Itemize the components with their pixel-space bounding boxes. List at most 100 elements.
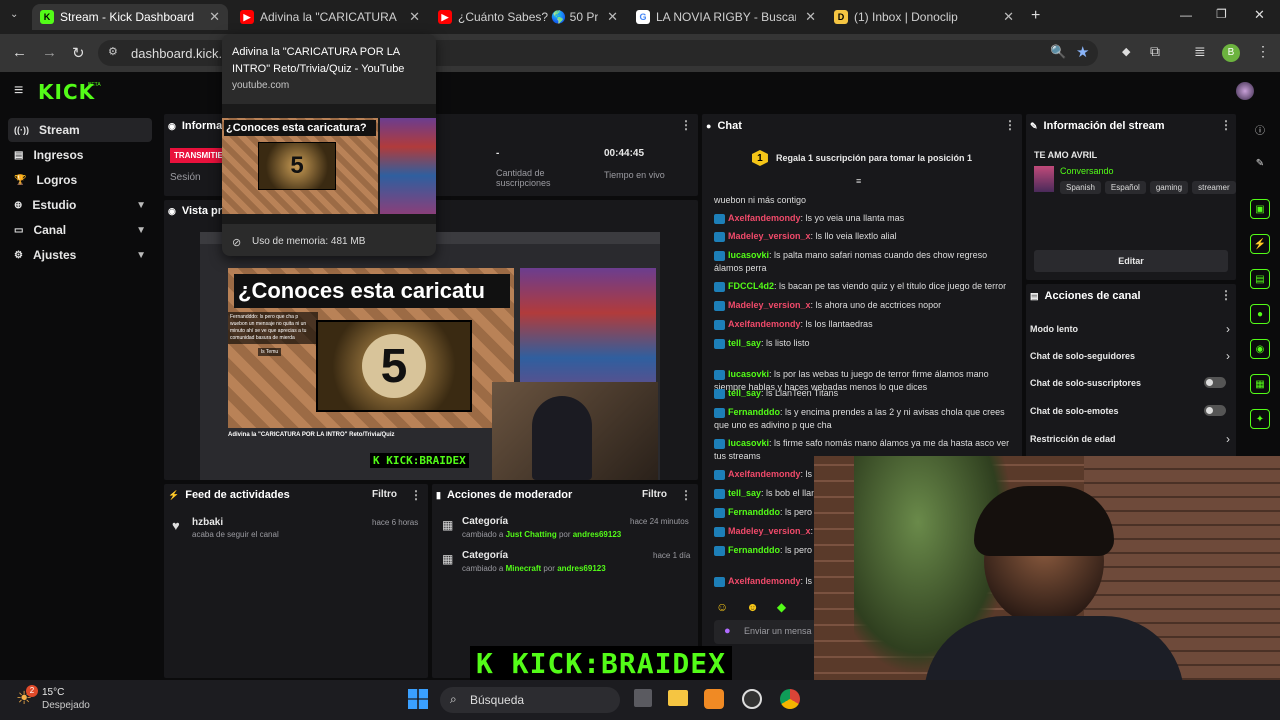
chat-username[interactable]: Madeley_version_x: [728, 526, 811, 536]
wrench-icon[interactable]: ✦: [1250, 409, 1270, 429]
tab-google-search[interactable]: G LA NOVIA RIGBY - Buscar con G ✕: [628, 4, 824, 30]
sliders-icon: ▤: [1030, 290, 1039, 301]
panel-menu-icon[interactable]: ⋮: [410, 488, 422, 502]
sidebar-item-stream[interactable]: ((·)) Stream: [8, 118, 152, 142]
chat-username[interactable]: tell_say: [728, 338, 761, 348]
panel-menu-icon[interactable]: ⋮: [1220, 118, 1232, 132]
tab-youtube-caricatura[interactable]: ▶ Adivina la "CARICATURA POR L ✕: [232, 4, 428, 30]
list-icon[interactable]: ▤: [1250, 269, 1270, 289]
minimize-icon[interactable]: —: [1180, 8, 1192, 22]
chat-username[interactable]: lucasovki: [728, 250, 769, 260]
emote-icon[interactable]: ☺: [716, 600, 728, 614]
zoom-icon[interactable]: 🔍: [1050, 44, 1066, 60]
mod-item-category[interactable]: Minecraft: [506, 564, 542, 573]
close-icon[interactable]: ✕: [607, 9, 618, 25]
restore-icon[interactable]: ❐: [1216, 7, 1227, 21]
chat-username[interactable]: lucasovki: [728, 369, 769, 379]
site-info-icon[interactable]: ⚙: [108, 45, 118, 58]
hamburger-menu-icon[interactable]: ≡: [14, 82, 23, 100]
chrome-icon[interactable]: [780, 689, 800, 709]
user-avatar[interactable]: [1236, 82, 1254, 100]
info-icon[interactable]: ⓘ: [1250, 119, 1270, 139]
browser-menu-icon[interactable]: ⋮: [1256, 43, 1270, 60]
tab-kick-dashboard[interactable]: K Stream - Kick Dashboard ✕: [32, 4, 228, 30]
taskbar-search[interactable]: ⌕ Búsqueda: [440, 687, 620, 713]
row-label: Modo lento: [1030, 324, 1078, 334]
slow-mode-row[interactable]: Modo lento ›: [1030, 322, 1230, 336]
tab-donoclip[interactable]: D (1) Inbox | Donoclip ✕: [826, 4, 1022, 30]
kick-logo[interactable]: KICK: [38, 80, 95, 104]
chat-username[interactable]: Fernandddo: [728, 545, 780, 555]
chat-icon[interactable]: ●: [1250, 304, 1270, 324]
sidebar-item-estudio[interactable]: ⊕ Estudio ▼: [8, 193, 152, 217]
panel-menu-icon[interactable]: ⋮: [1004, 118, 1016, 132]
broadcast-icon[interactable]: ◉: [1250, 339, 1270, 359]
back-icon[interactable]: ←: [12, 44, 27, 61]
tag[interactable]: gaming: [1149, 181, 1189, 194]
pencil-icon[interactable]: ✎: [1250, 153, 1270, 173]
chat-username[interactable]: Axelfandemondy: [728, 576, 801, 586]
window-close-icon[interactable]: ✕: [1254, 7, 1265, 23]
chat-username[interactable]: Axelfandemondy: [728, 319, 801, 329]
mod-item-user[interactable]: andres69123: [573, 530, 621, 539]
sidebar-item-ajustes[interactable]: ⚙ Ajustes ▼: [8, 243, 152, 267]
tag[interactable]: Spanish: [1060, 181, 1101, 194]
file-explorer-icon[interactable]: [668, 690, 688, 706]
feed-filter-button[interactable]: Filtro: [372, 489, 397, 500]
new-tab-icon[interactable]: +: [1031, 7, 1040, 25]
bolt-icon[interactable]: ⚡: [1250, 234, 1270, 254]
chat-username[interactable]: Axelfandemondy: [728, 469, 801, 479]
sidebar-item-ingresos[interactable]: ▤ Ingresos: [8, 143, 152, 167]
pinned-gift-banner[interactable]: 1 Regala 1 suscripción para tomar la pos…: [702, 140, 1022, 176]
chat-username[interactable]: tell_say: [728, 388, 761, 398]
emote-icon[interactable]: ☻: [746, 600, 759, 614]
close-icon[interactable]: ✕: [209, 9, 220, 25]
age-restriction-row[interactable]: Restricción de edad ›: [1030, 432, 1230, 446]
task-view-icon[interactable]: [634, 689, 652, 707]
mod-item-user[interactable]: andres69123: [557, 564, 605, 573]
panel-menu-icon[interactable]: ⋮: [680, 488, 692, 502]
emotes-only-toggle[interactable]: [1204, 405, 1226, 416]
close-icon[interactable]: ✕: [409, 9, 420, 25]
tag[interactable]: streamer: [1192, 181, 1236, 194]
close-icon[interactable]: ✕: [1003, 9, 1014, 25]
chat-username[interactable]: Madeley_version_x: [728, 300, 811, 310]
edit-button[interactable]: Editar: [1034, 250, 1228, 272]
forward-icon[interactable]: →: [42, 44, 57, 61]
sidebar-item-canal[interactable]: ▭ Canal ▼: [8, 218, 152, 242]
collapse-icon[interactable]: ≡: [856, 176, 861, 186]
extension-icon[interactable]: ◆: [1122, 45, 1130, 58]
bookmark-star-icon[interactable]: ★: [1076, 43, 1089, 61]
tag[interactable]: Español: [1104, 181, 1146, 194]
chat-username[interactable]: Axelfandemondy: [728, 213, 801, 223]
fl-studio-icon[interactable]: [704, 689, 724, 709]
obs-icon[interactable]: [742, 689, 762, 709]
panel-menu-icon[interactable]: ⋮: [680, 118, 692, 132]
windows-start-icon[interactable]: [408, 689, 428, 709]
chat-username[interactable]: Fernandddo: [728, 507, 780, 517]
followers-only-row[interactable]: Chat de solo-seguidores ›: [1030, 349, 1230, 363]
panel-menu-icon[interactable]: ⋮: [1220, 288, 1232, 302]
close-icon[interactable]: ✕: [805, 9, 816, 25]
chat-username[interactable]: Fernandddo: [728, 407, 780, 417]
reload-icon[interactable]: ↻: [72, 44, 85, 62]
screen-icon[interactable]: ▣: [1250, 199, 1270, 219]
mod-item-category[interactable]: Just Chatting: [506, 530, 557, 539]
tab-youtube-quiz[interactable]: ▶ ¿Cuánto Sabes? 🌎 50 Pregunt ✕: [430, 4, 626, 30]
category-name[interactable]: Conversando: [1060, 166, 1114, 176]
reading-list-icon[interactable]: ≣: [1194, 43, 1206, 60]
feed-user[interactable]: hzbaki: [192, 517, 223, 528]
chat-username[interactable]: Madeley_version_x: [728, 231, 811, 241]
preview-video[interactable]: ¿Conoces esta caricatu 5 Fernandddo: ls …: [200, 232, 660, 480]
emote-icon[interactable]: ◆: [777, 600, 786, 614]
profile-avatar[interactable]: B: [1222, 44, 1240, 62]
sidebar-item-logros[interactable]: 🏆 Logros: [8, 168, 152, 192]
calendar-icon[interactable]: ▦: [1250, 374, 1270, 394]
tab-list-chevron-icon[interactable]: ⌄: [10, 9, 18, 20]
chat-username[interactable]: lucasovki: [728, 438, 769, 448]
mod-filter-button[interactable]: Filtro: [642, 489, 667, 500]
chat-username[interactable]: FDCCL4d2: [728, 281, 774, 291]
subscribers-only-toggle[interactable]: [1204, 377, 1226, 388]
chat-username[interactable]: tell_say: [728, 488, 761, 498]
extensions-puzzle-icon[interactable]: ⧉: [1150, 43, 1160, 60]
